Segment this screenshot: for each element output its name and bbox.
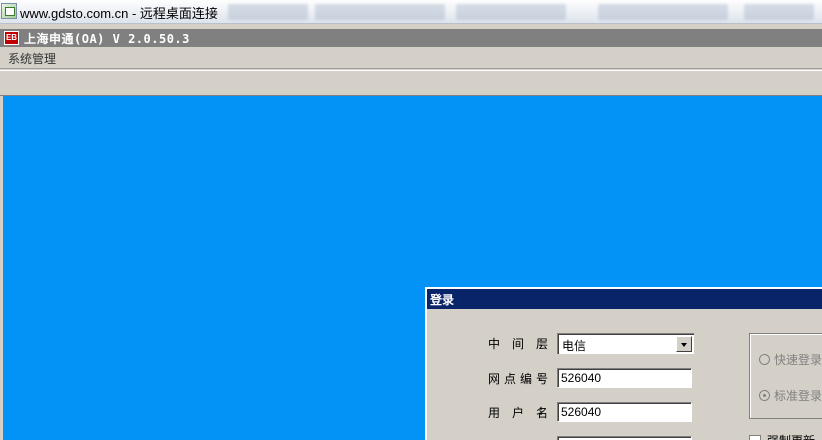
login-title: 登录 [430, 293, 455, 307]
background-taskbar-item [228, 4, 308, 20]
middle-tier-colon: : [539, 335, 544, 349]
login-dialog: 登录 中 间 层 : 电信 网点编号 : 526040 用 户 名 : 5260… [425, 287, 822, 440]
username-input[interactable]: 526040 [557, 402, 692, 422]
username-colon: : [539, 404, 544, 418]
standard-login-label: 标准登录 [774, 389, 822, 403]
toolbar [0, 70, 822, 96]
password-input[interactable] [557, 436, 692, 440]
force-update-checkbox[interactable] [749, 435, 761, 440]
background-taskbar-item [598, 4, 728, 20]
quick-login-label: 快速登录 [774, 353, 822, 367]
quick-login-radio[interactable] [759, 354, 770, 365]
force-update-label: 强制更新 [767, 432, 815, 440]
chevron-down-icon[interactable] [676, 336, 692, 352]
middle-tier-select[interactable]: 电信 [557, 333, 694, 354]
app-title: 上海申通(OA) V 2.0.50.3 [24, 32, 190, 46]
app-titlebar: EB 上海申通(OA) V 2.0.50.3 [0, 29, 822, 47]
remote-desktop-icon [1, 3, 17, 19]
menu-bar: 系统管理 [0, 47, 822, 69]
login-titlebar[interactable]: 登录 [427, 289, 822, 309]
background-taskbar-item [315, 4, 445, 20]
background-taskbar-item [744, 4, 814, 20]
menu-system-management[interactable]: 系统管理 [8, 50, 56, 67]
login-mode-group: 快速登录 标准登录 [749, 333, 822, 419]
standard-login-radio[interactable] [759, 390, 770, 401]
remote-desktop-titlebar: www.gdsto.com.cn - 远程桌面连接 [0, 0, 822, 24]
remote-desktop-title: www.gdsto.com.cn - 远程桌面连接 [20, 6, 218, 21]
background-taskbar-item [456, 4, 566, 20]
site-code-input[interactable]: 526040 [557, 368, 692, 388]
site-code-colon: : [539, 370, 544, 384]
middle-tier-value: 电信 [562, 339, 587, 353]
app-logo-icon: EB [4, 31, 19, 45]
